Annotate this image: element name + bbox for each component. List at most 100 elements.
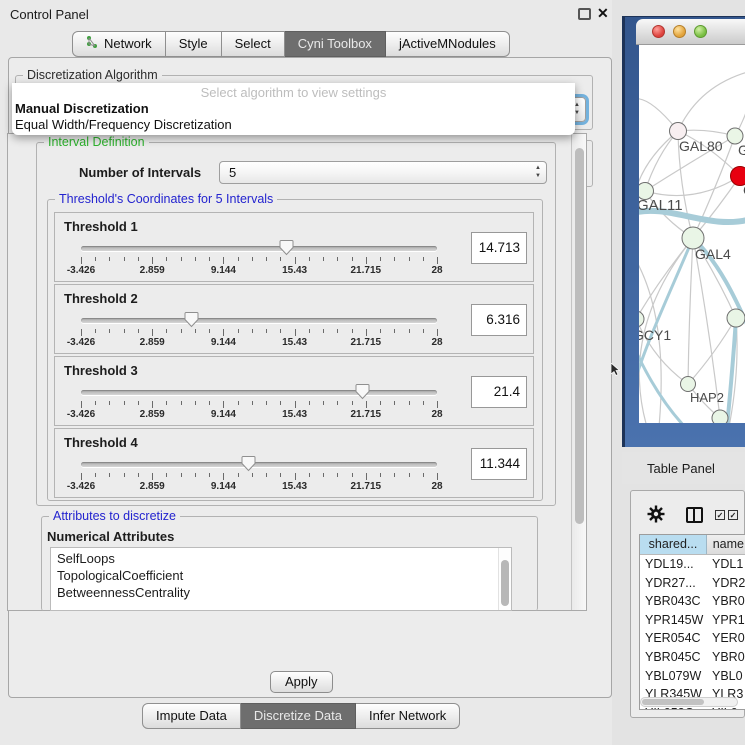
threshold-row-threshold-2: Threshold 2-3.4262.8599.14415.4321.71528… — [54, 284, 534, 354]
threshold-row-threshold-1: Threshold 1-3.4262.8599.14415.4321.71528… — [54, 212, 534, 282]
apply-button[interactable]: Apply — [270, 671, 333, 693]
threshold-value-field[interactable]: 11.344 — [471, 448, 527, 480]
network-node-h[interactable] — [727, 309, 745, 327]
threshold-slider[interactable]: -3.4262.8599.14415.4321.71528 — [81, 244, 437, 274]
algorithm-dropdown-popup: Select algorithm to view settings Manual… — [12, 83, 575, 135]
tab-discretize-data[interactable]: Discretize Data — [241, 703, 356, 729]
network-edge-highlighted[interactable] — [727, 318, 736, 423]
cell-name[interactable]: YDL1 — [707, 555, 745, 574]
attribute-item-selfloops[interactable]: SelfLoops — [51, 550, 511, 567]
attribute-item-betweennesscentrality[interactable]: BetweennessCentrality — [51, 584, 511, 601]
attributes-legend: Attributes to discretize — [49, 509, 180, 523]
slider-thumb-icon[interactable] — [184, 311, 199, 328]
tab-style[interactable]: Style — [166, 31, 222, 57]
tab-network[interactable]: Network — [72, 31, 166, 57]
threshold-value-field[interactable]: 14.713 — [471, 232, 527, 264]
axis-tick-label: 2.859 — [140, 409, 165, 420]
settings-vertical-scrollbar[interactable] — [571, 134, 586, 610]
attribute-item-topologicalcoefficient[interactable]: TopologicalCoefficient — [51, 567, 511, 584]
axis-tick-label: 15.43 — [282, 481, 307, 492]
slider-thumb-icon[interactable] — [355, 383, 370, 400]
network-edge[interactable] — [688, 238, 693, 384]
tab-select[interactable]: Select — [222, 31, 285, 57]
algorithm-group-legend: Discretization Algorithm — [23, 68, 162, 82]
tab-impute-data[interactable]: Impute Data — [142, 703, 241, 729]
table-row[interactable]: YBR045CYBR0 — [640, 648, 745, 667]
network-edge[interactable] — [688, 318, 736, 384]
network-canvas[interactable]: GAL80GACGAL11GAL4GCY1HHAP2 — [639, 45, 745, 423]
cell-shared-name[interactable]: YDL19... — [640, 555, 707, 574]
node-label-gal4: GAL4 — [695, 246, 731, 262]
network-edge[interactable] — [645, 176, 740, 196]
tab-label: Select — [235, 32, 271, 56]
attributes-list-scrollbar[interactable] — [498, 548, 511, 610]
cell-name[interactable]: YBR0 — [707, 592, 745, 611]
table-row[interactable]: YPR145WYPR1 — [640, 611, 745, 630]
column-header-name[interactable]: name — [707, 535, 745, 554]
threshold-value-field[interactable]: 21.4 — [471, 376, 527, 408]
network-edge[interactable] — [693, 176, 740, 238]
axis-tick-label: 2.859 — [140, 337, 165, 348]
network-edge-highlighted[interactable] — [639, 345, 685, 423]
slider-thumb-icon[interactable] — [241, 455, 256, 472]
cell-shared-name[interactable]: YBR045C — [640, 648, 707, 667]
thresholds-legend: Threshold's Coordinates for 5 Intervals — [55, 192, 277, 206]
column-layout-icon[interactable] — [686, 507, 703, 523]
table-row[interactable]: YDL19...YDL1 — [640, 555, 745, 574]
network-node-gcy1[interactable] — [639, 311, 644, 327]
float-window-icon[interactable] — [578, 8, 591, 20]
table-row[interactable]: YDR27...YDR2 — [640, 574, 745, 593]
combo-stepper-icon[interactable]: ▲▼ — [535, 164, 541, 180]
node-label-ga: GA — [738, 142, 745, 158]
table-horizontal-scrollbar[interactable] — [640, 697, 738, 707]
tab-cyni-toolbox[interactable]: Cyni Toolbox — [285, 31, 386, 57]
settings-gear-icon[interactable] — [647, 505, 665, 523]
axis-tick-label: 28 — [431, 409, 442, 420]
minimize-traffic-light-icon[interactable] — [673, 25, 686, 38]
cell-shared-name[interactable]: YDR27... — [640, 574, 707, 593]
network-edge[interactable] — [678, 71, 745, 131]
slider-thumb-icon[interactable] — [279, 239, 294, 256]
checkbox-icon[interactable]: ✓ — [728, 510, 738, 520]
table-row[interactable]: YBR043CYBR0 — [640, 592, 745, 611]
cell-name[interactable]: YPR1 — [707, 611, 745, 630]
cell-name[interactable]: YER0 — [707, 629, 745, 648]
dropdown-item-manual-discretization[interactable]: Manual Discretization — [12, 101, 575, 117]
cell-shared-name[interactable]: YER054C — [640, 629, 707, 648]
checkbox-icon[interactable]: ✓ — [715, 510, 725, 520]
column-header-shared[interactable]: shared... — [640, 535, 707, 554]
tab-jactivemnodules[interactable]: jActiveMNodules — [386, 31, 510, 57]
cell-name[interactable]: YDR2 — [707, 574, 745, 593]
close-icon[interactable]: ✕ — [597, 5, 609, 22]
cell-shared-name[interactable]: YBR043C — [640, 592, 707, 611]
network-node-gal80[interactable] — [670, 123, 687, 140]
control-panel-titlebar: Control Panel ✕ — [0, 0, 620, 28]
axis-tick-label: 2.859 — [140, 265, 165, 276]
axis-tick-label: -3.426 — [67, 337, 95, 348]
table-row[interactable]: YER054CYER0 — [640, 629, 745, 648]
node-attribute-table[interactable]: shared... name YDL19...YDL1YDR27...YDR2Y… — [639, 534, 745, 710]
dropdown-item-equal-width-frequency-discretization[interactable]: Equal Width/Frequency Discretization — [12, 117, 575, 133]
close-traffic-light-icon[interactable] — [652, 25, 665, 38]
tab-label: Impute Data — [156, 704, 227, 728]
cell-name[interactable]: YBL0 — [707, 667, 745, 686]
top-tab-bar: NetworkStyle Select Cyni ToolboxjActiveMNo… — [72, 31, 510, 57]
axis-tick-label: 28 — [431, 265, 442, 276]
threshold-slider[interactable]: -3.4262.8599.14415.4321.71528 — [81, 388, 437, 418]
threshold-slider[interactable]: -3.4262.8599.14415.4321.71528 — [81, 316, 437, 346]
cell-name[interactable]: YBR0 — [707, 648, 745, 667]
tab-label: Discretize Data — [254, 704, 342, 728]
cell-shared-name[interactable]: YPR145W — [640, 611, 707, 630]
axis-tick-label: 21.715 — [351, 409, 382, 420]
tab-infer-network[interactable]: Infer Network — [356, 703, 460, 729]
table-row[interactable]: YBL079WYBL0 — [640, 667, 745, 686]
cell-shared-name[interactable]: YBL079W — [640, 667, 707, 686]
network-node[interactable] — [712, 410, 728, 423]
numerical-attributes-list[interactable]: SelfLoopsTopologicalCoefficientBetweenne… — [50, 547, 512, 611]
threshold-value-field[interactable]: 6.316 — [471, 304, 527, 336]
axis-tick-label: 28 — [431, 337, 442, 348]
threshold-label: Threshold 3 — [64, 363, 138, 378]
threshold-slider[interactable]: -3.4262.8599.14415.4321.71528 — [81, 460, 437, 490]
zoom-traffic-light-icon[interactable] — [694, 25, 707, 38]
number-of-intervals-combobox[interactable]: 5 ▲▼ — [219, 161, 547, 184]
